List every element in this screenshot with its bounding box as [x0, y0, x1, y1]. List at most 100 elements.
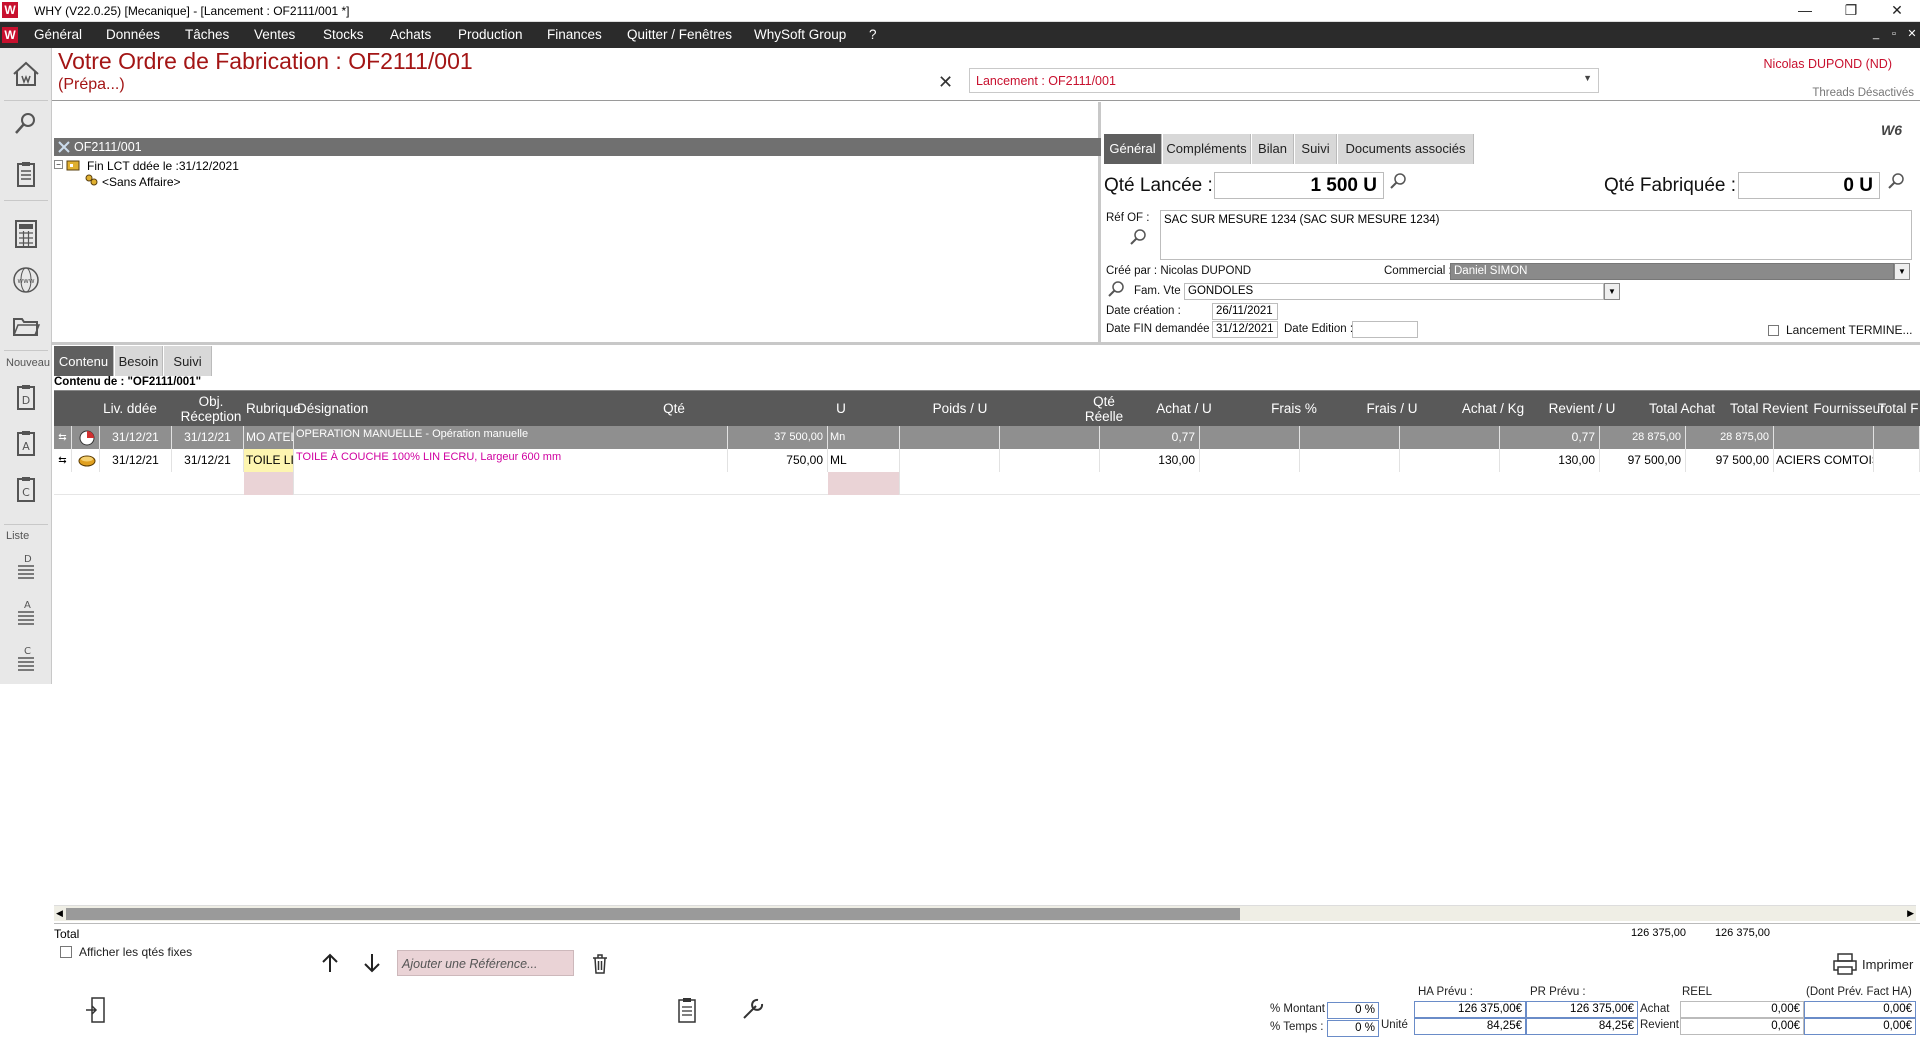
col-u[interactable]: U	[826, 391, 856, 426]
tab-besoin[interactable]: Besoin	[115, 346, 163, 376]
qte-fabriquee-search-icon[interactable]	[1886, 172, 1906, 197]
col-qte[interactable]: Qté	[654, 391, 694, 426]
col-frais-u[interactable]: Frais / U	[1352, 391, 1432, 426]
col-total-revient[interactable]: Total Revient	[1722, 391, 1816, 426]
mdi-close-icon[interactable]: ✕	[1904, 26, 1920, 42]
row-expand-icon[interactable]: ⇆	[54, 426, 72, 449]
list-c-icon[interactable]: C	[10, 642, 42, 674]
afficher-qtes-checkbox[interactable]	[60, 946, 72, 958]
ref-of-search-icon[interactable]	[1128, 228, 1148, 251]
new-u-cell[interactable]	[828, 472, 900, 495]
lancement-termine-checkbox[interactable]	[1768, 325, 1779, 336]
mdi-restore-icon[interactable]: ▫	[1886, 26, 1902, 42]
col-achat-u[interactable]: Achat / U	[1144, 391, 1224, 426]
tree-node-fin-lct[interactable]: Fin LCT ddée le :31/12/2021	[87, 159, 239, 173]
date-fin-field[interactable]: 31/12/2021	[1212, 321, 1278, 338]
scroll-left-icon[interactable]: ◀	[56, 908, 63, 919]
table-row[interactable]: ⇆ 31/12/21 31/12/21 TOILE LIN TOILE À CO…	[54, 449, 1920, 472]
search-icon[interactable]	[10, 108, 42, 140]
exit-door-icon[interactable]	[84, 996, 106, 1027]
clipboard-icon[interactable]	[10, 158, 42, 190]
home-icon[interactable]	[10, 58, 42, 90]
reel-revient-field[interactable]: 0,00€	[1680, 1018, 1804, 1035]
col-fournisseur[interactable]: Fournisseur	[1809, 391, 1889, 426]
col-frais-pct[interactable]: Frais %	[1254, 391, 1334, 426]
date-edition-field[interactable]	[1352, 321, 1418, 338]
folder-icon[interactable]	[10, 310, 42, 342]
wrench-icon[interactable]	[740, 996, 766, 1025]
ha-prevu-unite-field[interactable]: 84,25€	[1414, 1018, 1526, 1035]
col-rubrique[interactable]: Rubrique	[246, 391, 301, 426]
menu-donnees[interactable]: Données	[106, 22, 160, 48]
tab-complements[interactable]: Compléments	[1163, 134, 1251, 164]
qte-lancee-search-icon[interactable]	[1388, 172, 1408, 197]
calculator-icon[interactable]	[10, 218, 42, 250]
col-total-f[interactable]: Total F	[1878, 391, 1920, 426]
new-document-d-icon[interactable]: D	[10, 382, 42, 414]
clipboard-list-icon[interactable]	[676, 996, 698, 1027]
pct-temps-field[interactable]: 0 %	[1327, 1020, 1379, 1037]
tab-bilan[interactable]: Bilan	[1252, 134, 1294, 164]
col-total-achat[interactable]: Total Achat	[1634, 391, 1730, 426]
tab-suivi[interactable]: Suivi	[1295, 134, 1337, 164]
list-a-icon[interactable]: A	[10, 596, 42, 628]
scroll-right-icon[interactable]: ▶	[1907, 908, 1914, 919]
arrow-down-icon[interactable]	[362, 952, 382, 977]
mdi-minimize-icon[interactable]: _	[1868, 26, 1884, 42]
row-expand-icon[interactable]: ⇆	[54, 449, 72, 472]
menu-finances[interactable]: Finances	[547, 22, 602, 48]
tree-node-sans-affaire[interactable]: <Sans Affaire>	[102, 175, 181, 189]
new-document-a-icon[interactable]: A	[10, 428, 42, 460]
globe-www-icon[interactable]: www	[10, 264, 42, 296]
pr-prevu-montant-field[interactable]: 126 375,00€	[1526, 1001, 1638, 1018]
qte-lancee-field[interactable]: 1 500 U	[1214, 172, 1384, 199]
commercial-field[interactable]: Daniel SIMON	[1450, 263, 1894, 280]
list-d-icon[interactable]: D	[10, 550, 42, 582]
pct-montant-field[interactable]: 0 %	[1327, 1002, 1379, 1019]
table-row[interactable]: ⇆ 31/12/21 31/12/21 MO ATELIER OPERATION…	[54, 426, 1920, 449]
menu-production[interactable]: Production	[458, 22, 523, 48]
menu-ventes[interactable]: Ventes	[254, 22, 295, 48]
dont-prev-achat-field[interactable]: 0,00€	[1804, 1001, 1916, 1018]
menu-achats[interactable]: Achats	[390, 22, 431, 48]
menu-taches[interactable]: Tâches	[185, 22, 229, 48]
qte-fabriquee-field[interactable]: 0 U	[1738, 172, 1880, 199]
add-reference-input[interactable]: Ajouter une Référence...	[397, 950, 574, 976]
new-document-c-icon[interactable]: C	[10, 474, 42, 506]
fam-vte-dropdown-icon[interactable]: ▼	[1604, 283, 1620, 300]
horizontal-scrollbar[interactable]: ◀ ▶	[54, 905, 1916, 921]
fam-vte-search-icon[interactable]	[1106, 280, 1126, 303]
col-qte-reelle[interactable]: Qté Réelle	[1074, 391, 1134, 426]
minimize-button[interactable]: —	[1782, 0, 1828, 22]
tree-root-node[interactable]: OF2111/001	[54, 138, 1101, 156]
restore-button[interactable]: ❐	[1828, 0, 1874, 22]
scrollbar-thumb[interactable]	[66, 908, 1240, 920]
fam-vte-field[interactable]: GONDOLES	[1184, 283, 1604, 300]
reel-achat-field[interactable]: 0,00€	[1680, 1001, 1804, 1018]
printer-icon[interactable]	[1832, 952, 1858, 979]
col-achat-kg[interactable]: Achat / Kg	[1448, 391, 1538, 426]
ha-prevu-montant-field[interactable]: 126 375,00€	[1414, 1001, 1526, 1018]
new-entry-row[interactable]	[54, 472, 1920, 495]
tab-suivi-contenu[interactable]: Suivi	[164, 346, 212, 376]
menu-stocks[interactable]: Stocks	[323, 22, 364, 48]
col-poids-u[interactable]: Poids / U	[920, 391, 1000, 426]
dont-prev-revient-field[interactable]: 0,00€	[1804, 1018, 1916, 1035]
menu-quitter-fenetres[interactable]: Quitter / Fenêtres	[627, 22, 732, 48]
tree-collapse-icon[interactable]: −	[54, 160, 63, 169]
imprimer-label[interactable]: Imprimer	[1862, 957, 1913, 972]
tab-general[interactable]: Général	[1104, 134, 1162, 164]
date-creation-field[interactable]: 26/11/2021	[1212, 303, 1278, 320]
menu-general[interactable]: Général	[34, 22, 82, 48]
ref-of-field[interactable]: SAC SUR MESURE 1234 (SAC SUR MESURE 1234…	[1160, 210, 1912, 260]
pr-prevu-unite-field[interactable]: 84,25€	[1526, 1018, 1638, 1035]
col-designation[interactable]: Désignation	[297, 391, 467, 426]
col-revient-u[interactable]: Revient / U	[1542, 391, 1622, 426]
menu-help[interactable]: ?	[869, 22, 877, 48]
menu-whysoft-group[interactable]: WhySoft Group	[754, 22, 846, 48]
launch-selector[interactable]: Lancement : OF2111/001 ▼	[969, 68, 1599, 93]
col-obj-reception[interactable]: Obj. Réception	[176, 391, 246, 426]
trash-icon[interactable]	[590, 953, 610, 978]
col-liv-ddee[interactable]: Liv. ddée	[102, 391, 158, 426]
new-rubrique-cell[interactable]	[244, 472, 294, 495]
